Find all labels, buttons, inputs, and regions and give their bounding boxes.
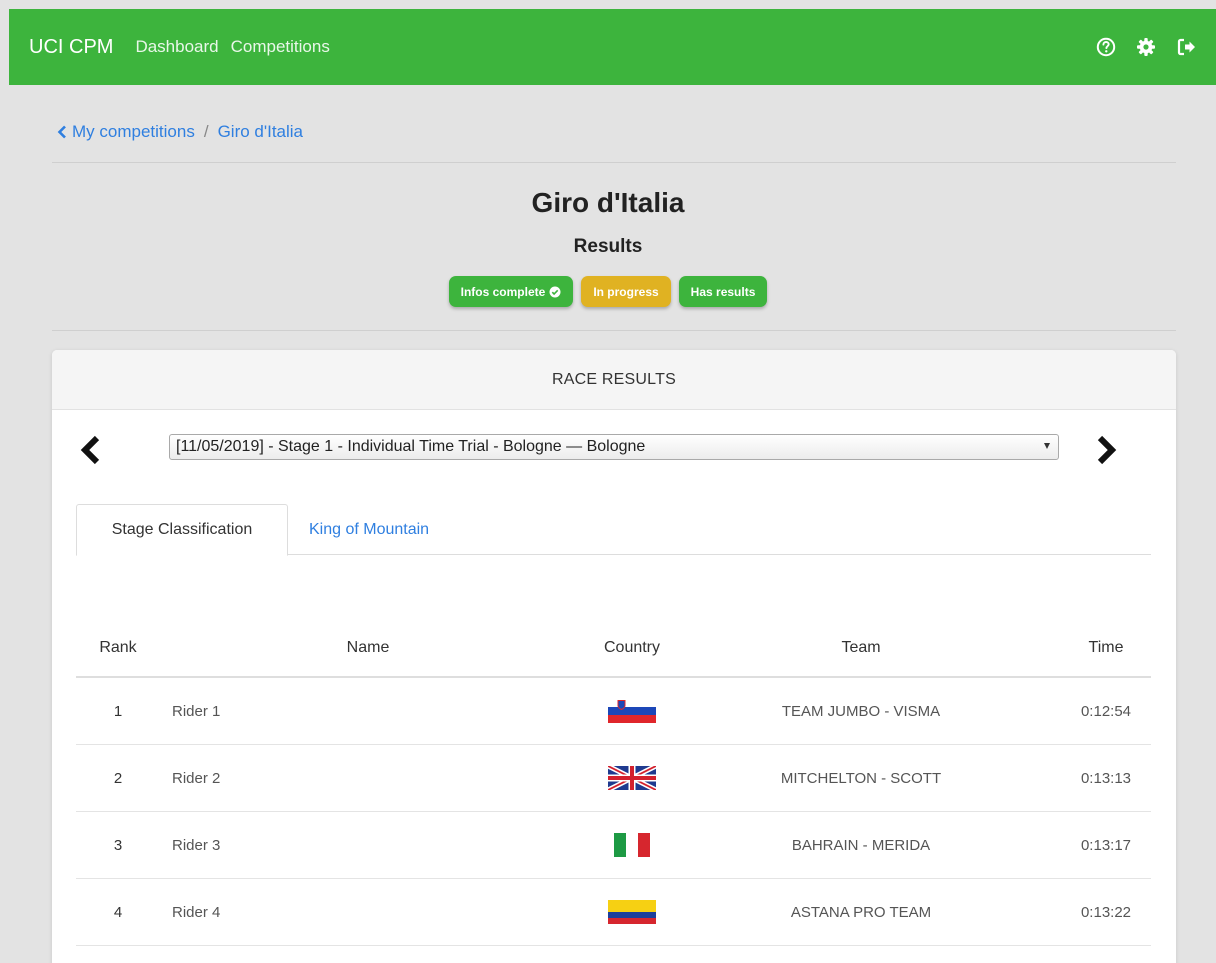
next-stage-arrow-icon[interactable] xyxy=(1094,435,1118,465)
column-header-team[interactable]: Team xyxy=(736,620,986,676)
table-row[interactable]: 4 Rider 4 ASTANA PRO TEAM 0:13:22 xyxy=(76,879,1151,946)
rank-cell: 1 xyxy=(113,702,123,720)
breadcrumb-separator: / xyxy=(203,122,209,141)
rider-name-cell: Rider 3 xyxy=(172,836,221,854)
page-title: Giro d'Italia xyxy=(531,187,685,218)
team-cell: MITCHELTON - SCOTT xyxy=(780,769,942,787)
results-tabs: Stage Classification King of Mountain xyxy=(76,504,1151,556)
check-circle-icon xyxy=(549,286,561,297)
time-cell: 0:12:54 xyxy=(1080,702,1132,720)
caret-down-icon xyxy=(1044,443,1050,449)
column-header-time[interactable]: Time xyxy=(1061,620,1151,676)
status-badge-infos-complete: Infos complete xyxy=(448,276,574,307)
time-cell: 0:13:13 xyxy=(1080,769,1132,787)
breadcrumb: My competitions / Giro d'Italia xyxy=(56,122,303,142)
navbar-actions xyxy=(1096,37,1196,57)
nav-link-competitions[interactable]: Competitions xyxy=(231,37,330,57)
rank-cell: 3 xyxy=(113,836,123,854)
stage-select-value: [11/05/2019] - Stage 1 - Individual Time… xyxy=(176,438,646,455)
stage-select[interactable]: [11/05/2019] - Stage 1 - Individual Time… xyxy=(169,434,1059,460)
results-table: Rank Name Country Team Time 1 Rider 1 TE… xyxy=(76,620,1151,946)
gear-icon[interactable] xyxy=(1136,37,1156,57)
logout-icon[interactable] xyxy=(1176,37,1196,57)
column-header-rank[interactable]: Rank xyxy=(76,620,160,676)
breadcrumb-current[interactable]: Giro d'Italia xyxy=(218,122,303,142)
rider-name-cell: Rider 4 xyxy=(172,903,221,921)
country-cell xyxy=(581,745,683,811)
prev-stage-arrow-icon[interactable] xyxy=(79,435,103,465)
uk-flag-icon xyxy=(608,766,656,790)
card-title: RACE RESULTS xyxy=(52,350,1176,410)
status-badge-in-progress: In progress xyxy=(581,276,671,307)
rider-name-cell: Rider 2 xyxy=(172,769,221,787)
country-cell xyxy=(581,678,683,744)
race-results-card: RACE RESULTS [11/05/2019] - Stage 1 - In… xyxy=(52,350,1176,963)
rank-cell: 4 xyxy=(113,903,123,921)
team-cell: BAHRAIN - MERIDA xyxy=(791,836,931,854)
time-cell: 0:13:22 xyxy=(1080,903,1132,921)
divider-bottom xyxy=(52,330,1176,331)
breadcrumb-my-competitions[interactable]: My competitions xyxy=(72,122,195,142)
table-row[interactable]: 3 Rider 3 BAHRAIN - MERIDA 0:13:17 xyxy=(76,812,1151,879)
team-cell: TEAM JUMBO - VISMA xyxy=(781,702,941,720)
colombia-flag-icon xyxy=(608,900,656,924)
italy-flag-icon xyxy=(614,833,650,857)
brand-logo[interactable]: UCI CPM xyxy=(29,36,113,59)
table-row[interactable]: 2 Rider 2 MITCHELTON - SCOTT 0:13:13 xyxy=(76,745,1151,812)
nav-link-dashboard[interactable]: Dashboard xyxy=(135,37,218,57)
status-badges: Infos complete In progress Has results xyxy=(0,276,1216,307)
table-row[interactable]: 1 Rider 1 TEAM JUMBO - VISMA 0:12:54 xyxy=(76,678,1151,745)
slovenia-flag-icon xyxy=(608,699,656,723)
tab-stage-classification[interactable]: Stage Classification xyxy=(76,504,288,556)
top-navbar: UCI CPM Dashboard Competitions xyxy=(9,9,1216,85)
table-header-row: Rank Name Country Team Time xyxy=(76,620,1151,678)
column-header-country[interactable]: Country xyxy=(581,620,683,676)
country-cell xyxy=(581,879,683,945)
team-cell: ASTANA PRO TEAM xyxy=(790,903,932,921)
rider-name-cell: Rider 1 xyxy=(172,702,221,720)
status-badge-has-results: Has results xyxy=(678,276,768,307)
chevron-left-icon[interactable] xyxy=(56,125,68,139)
page-subtitle: Results xyxy=(573,236,643,257)
column-header-name[interactable]: Name xyxy=(266,620,470,676)
help-icon[interactable] xyxy=(1096,37,1116,57)
divider-top xyxy=(52,162,1176,163)
time-cell: 0:13:17 xyxy=(1080,836,1132,854)
country-cell xyxy=(581,812,683,878)
tab-king-of-mountain[interactable]: King of Mountain xyxy=(309,504,429,555)
rank-cell: 2 xyxy=(113,769,123,787)
